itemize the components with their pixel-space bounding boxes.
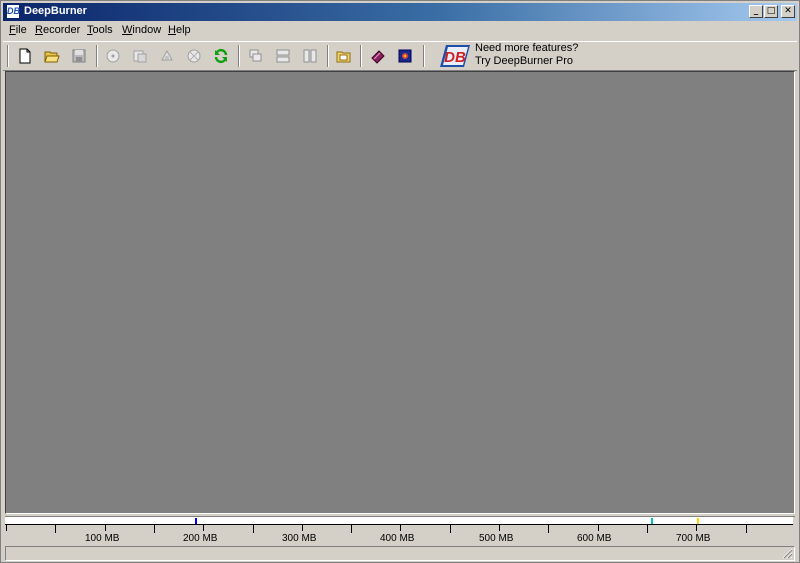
- ruler-major-tick: [400, 525, 402, 531]
- ruler-label-500mb: 500 MB: [479, 533, 514, 544]
- cascade-windows-button[interactable]: [245, 46, 267, 66]
- ruler-major-tick: [104, 525, 106, 531]
- tile-horizontal-icon: [276, 49, 290, 63]
- menu-bar: File Recorder Tools Window Help: [3, 22, 797, 40]
- tile-horizontal-button[interactable]: [272, 46, 294, 66]
- mdi-workspace[interactable]: [5, 71, 795, 514]
- ruler-label-200mb: 200 MB: [183, 533, 218, 544]
- ruler-minor-tick: [745, 525, 747, 533]
- upgrade-promo-link[interactable]: Need more features? Try DeepBurner Pro: [475, 42, 578, 68]
- cd-74min-marker: [195, 518, 197, 524]
- minimize-icon: _: [753, 6, 759, 16]
- close-button[interactable]: ✕: [781, 5, 795, 18]
- ruler-label-600mb: 600 MB: [577, 533, 612, 544]
- copy-disc-icon: [133, 50, 147, 63]
- deepburner-pro-logo[interactable]: DB: [440, 43, 472, 72]
- deepburner-pro-logo-icon: DB: [440, 45, 470, 67]
- minimize-button[interactable]: _: [749, 5, 763, 18]
- ruler-label-300mb: 300 MB: [282, 533, 317, 544]
- ruler-label-700mb: 700 MB: [676, 533, 711, 544]
- new-file-icon: [19, 48, 31, 64]
- ruler-major-tick: [499, 525, 500, 531]
- cascade-windows-icon: [249, 49, 262, 62]
- capacity-ruler-bar: [5, 517, 793, 525]
- promo-line-1: Need more features?: [475, 42, 579, 54]
- burn-disc-icon: [106, 49, 120, 63]
- maximize-icon: □: [766, 6, 776, 16]
- toolbar: DB Need more features? Try DeepBurner Pr…: [3, 41, 797, 71]
- menu-window[interactable]: Window: [122, 24, 161, 36]
- promo-line-2: Try DeepBurner Pro: [475, 55, 574, 67]
- burn-disc-button[interactable]: [102, 46, 124, 66]
- toolbar-separator: [360, 45, 362, 67]
- disc-info-icon: [187, 49, 201, 63]
- title-bar[interactable]: DB DeepBurner _ □ ✕: [3, 3, 797, 21]
- toolbar-separator: [238, 45, 240, 67]
- ruler-minor-tick: [153, 525, 155, 533]
- ruler-major-tick: [696, 525, 698, 531]
- copy-disc-button[interactable]: [129, 46, 151, 66]
- ruler-minor-tick: [252, 525, 254, 533]
- erase-disc-button[interactable]: [156, 46, 178, 66]
- ruler-minor-tick: [646, 525, 648, 533]
- help-book-icon: [371, 50, 385, 64]
- tile-vertical-button[interactable]: [299, 46, 321, 66]
- disc-info-button[interactable]: [183, 46, 205, 66]
- cd-90min-marker: [697, 518, 699, 524]
- tile-vertical-icon: [303, 49, 317, 63]
- refresh-button[interactable]: [210, 46, 232, 66]
- new-compilation-button[interactable]: [14, 46, 36, 66]
- resize-grip-icon[interactable]: [781, 547, 793, 559]
- save-compilation-button[interactable]: [68, 46, 90, 66]
- ruler-major-tick: [597, 525, 599, 531]
- toolbar-separator: [96, 45, 98, 67]
- window-title: DeepBurner: [24, 5, 87, 17]
- menu-recorder[interactable]: Recorder: [35, 24, 80, 36]
- ruler-minor-tick: [55, 525, 57, 533]
- toolbar-separator: [423, 45, 425, 67]
- status-bar: [5, 546, 795, 561]
- menu-tools[interactable]: Tools: [87, 24, 113, 36]
- ruler-label-400mb: 400 MB: [380, 533, 415, 544]
- toolbar-grip: [7, 45, 9, 67]
- deepburner-app-icon[interactable]: DB: [6, 4, 20, 19]
- open-folder-icon: [44, 51, 60, 63]
- explore-icon: [336, 51, 351, 63]
- help-contents-button[interactable]: [367, 46, 389, 66]
- explore-button[interactable]: [333, 46, 355, 66]
- erase-disc-icon: [161, 49, 173, 61]
- ruler-minor-tick: [548, 525, 550, 533]
- ruler-major-tick: [6, 525, 7, 531]
- ruler-minor-tick: [449, 525, 451, 533]
- about-button[interactable]: [394, 46, 416, 66]
- refresh-icon: [214, 48, 228, 64]
- about-icon: [398, 49, 412, 63]
- open-compilation-button[interactable]: [41, 46, 63, 66]
- maximize-button[interactable]: □: [764, 5, 778, 18]
- ruler-label-100mb: 100 MB: [85, 533, 120, 544]
- app-window: DB DeepBurner _ □ ✕ File Recorder Tools …: [0, 0, 800, 563]
- capacity-ruler: 100 MB 200 MB 300 MB 400 MB 500 MB 600 M…: [5, 516, 795, 545]
- toolbar-separator: [327, 45, 329, 67]
- menu-help[interactable]: Help: [168, 24, 191, 36]
- ruler-minor-tick: [351, 525, 353, 533]
- save-icon: [72, 49, 86, 63]
- menu-file[interactable]: File: [9, 24, 27, 36]
- close-icon: ✕: [784, 6, 792, 16]
- svg-text:DB: DB: [444, 49, 466, 66]
- cd-80min-marker: [651, 518, 653, 524]
- ruler-major-tick: [301, 525, 303, 531]
- ruler-major-tick: [203, 525, 205, 531]
